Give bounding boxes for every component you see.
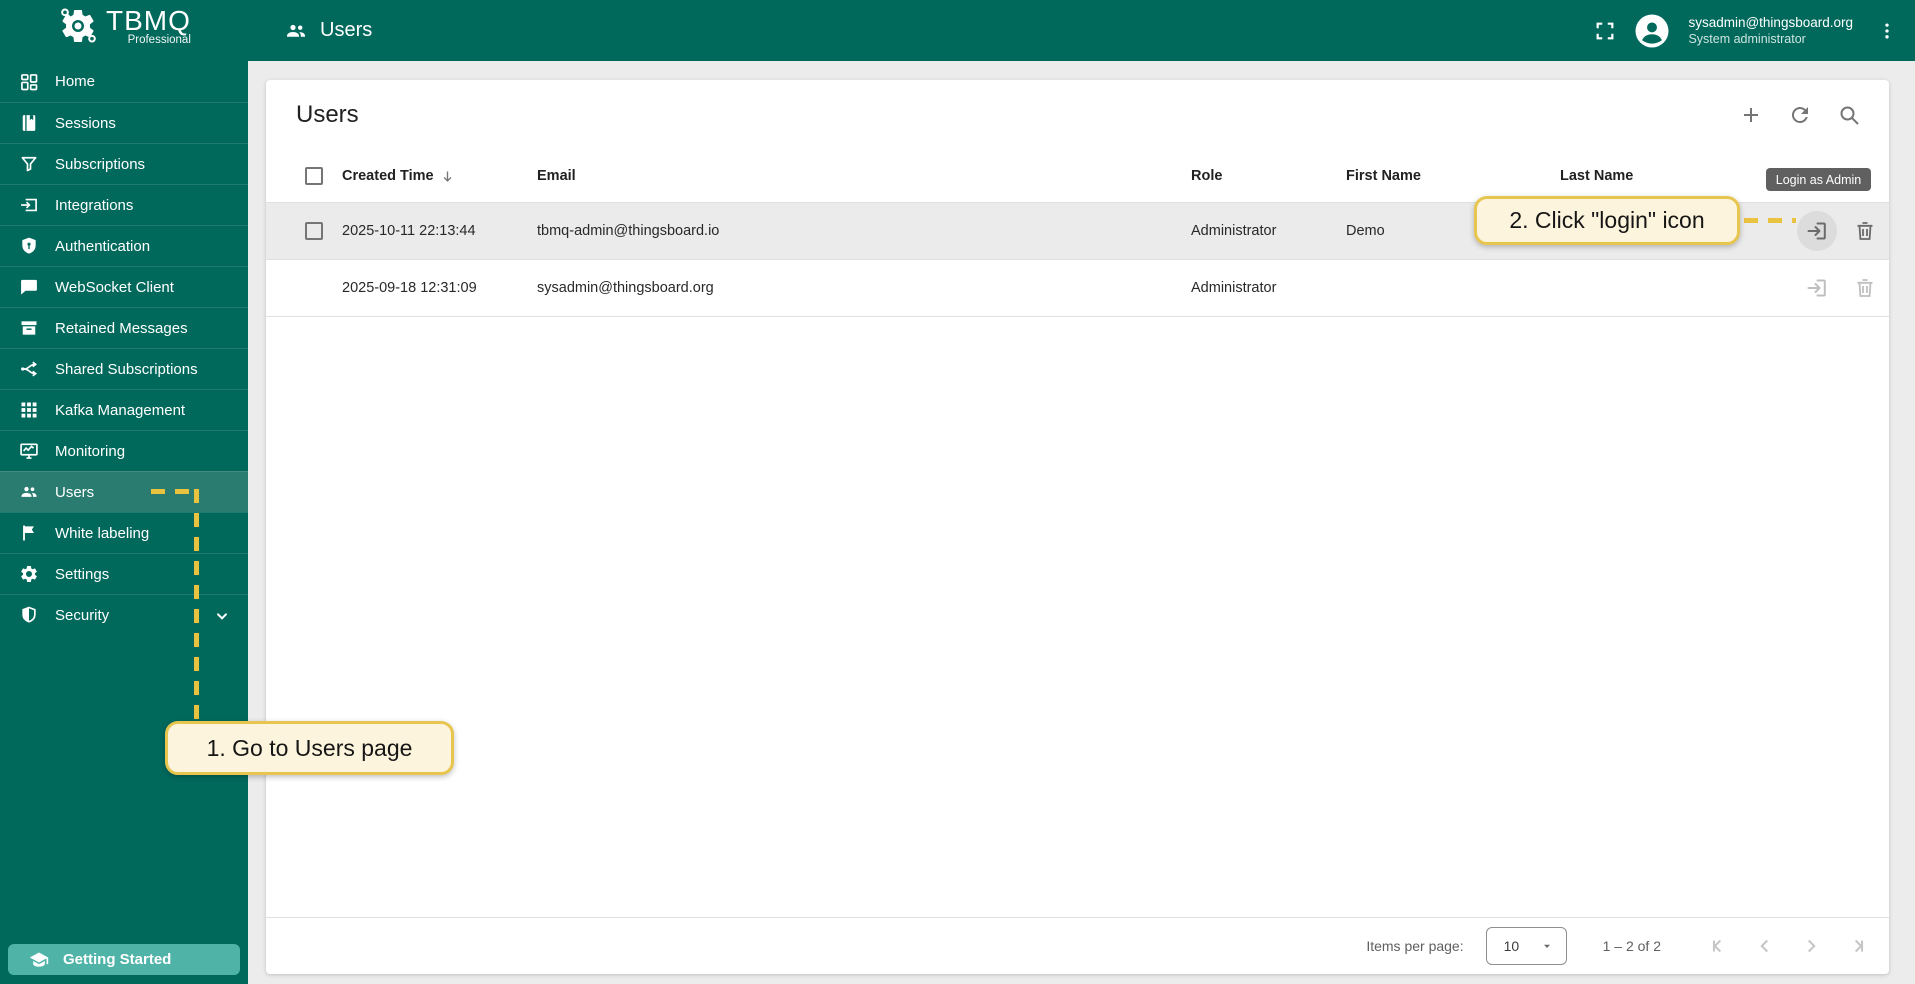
page-title-text: Users: [320, 19, 372, 42]
sidebar-item-users[interactable]: Users: [0, 471, 248, 512]
column-header-last-name[interactable]: Last Name: [1560, 168, 1780, 184]
card-title: Users: [296, 101, 1731, 129]
sidebar-item-shared-subscriptions[interactable]: Shared Subscriptions: [0, 348, 248, 389]
sidebar-item-kafka-management[interactable]: Kafka Management: [0, 389, 248, 430]
brand-logo[interactable]: TBMQ Professional: [58, 6, 191, 46]
sidebar-item-integrations[interactable]: Integrations: [0, 184, 248, 225]
security-shield-icon: [19, 605, 39, 625]
paginator: Items per page: 10 1 – 2 of 2: [266, 917, 1889, 974]
annotation-step1-callout: 1. Go to Users page: [165, 721, 454, 775]
chat-icon: [19, 277, 39, 297]
next-page-button[interactable]: [1791, 926, 1831, 966]
sidebar: Home Sessions Subscriptions Integrations…: [0, 61, 248, 984]
row-checkbox[interactable]: [305, 222, 323, 240]
chevron-down-icon[interactable]: [214, 608, 230, 628]
tbmq-logo-icon: [58, 6, 98, 46]
items-per-page-label: Items per page:: [1366, 938, 1463, 954]
page-title: Users: [284, 0, 372, 61]
sidebar-item-websocket-client[interactable]: WebSocket Client: [0, 266, 248, 307]
add-user-button[interactable]: [1731, 95, 1771, 135]
flag-icon: [19, 523, 39, 543]
fullscreen-button[interactable]: [1590, 16, 1620, 46]
annotation-connector-vertical: [194, 489, 199, 719]
sidebar-item-home[interactable]: Home: [0, 61, 248, 102]
brand-edition: Professional: [128, 34, 191, 46]
cell-role: Administrator: [1191, 223, 1346, 239]
avatar[interactable]: [1634, 13, 1670, 49]
archive-icon: [19, 318, 39, 338]
sidebar-item-authentication[interactable]: Authentication: [0, 225, 248, 266]
cell-role: Administrator: [1191, 280, 1346, 296]
grid-icon: [19, 400, 39, 420]
previous-page-button[interactable]: [1745, 926, 1785, 966]
login-as-admin-button[interactable]: [1797, 268, 1837, 308]
input-icon: [19, 195, 39, 215]
people-icon: [19, 482, 39, 502]
delete-user-button[interactable]: [1845, 268, 1885, 308]
column-header-created-time[interactable]: Created Time: [342, 168, 537, 184]
page-size-select[interactable]: 10: [1486, 927, 1567, 965]
split-icon: [19, 359, 39, 379]
users-icon: [284, 19, 308, 43]
column-header-email[interactable]: Email: [537, 168, 1191, 184]
delete-user-button[interactable]: [1845, 211, 1885, 251]
school-icon: [29, 950, 49, 970]
login-as-admin-button[interactable]: [1797, 211, 1837, 251]
table-row[interactable]: 2025-09-18 12:31:09 sysadmin@thingsboard…: [266, 260, 1889, 317]
gear-icon: [19, 564, 39, 584]
select-all-checkbox[interactable]: [305, 167, 323, 185]
sidebar-item-security[interactable]: Security: [0, 594, 248, 635]
top-app-bar: TBMQ Professional Users s: [0, 0, 1915, 61]
cell-email: tbmq-admin@thingsboard.io: [537, 223, 1191, 239]
cell-email: sysadmin@thingsboard.org: [537, 280, 1191, 296]
getting-started-button[interactable]: Getting Started: [8, 944, 240, 975]
first-page-button[interactable]: [1699, 926, 1739, 966]
user-info[interactable]: sysadmin@thingsboard.org System administ…: [1688, 14, 1853, 48]
sidebar-item-retained-messages[interactable]: Retained Messages: [0, 307, 248, 348]
search-icon[interactable]: [1829, 95, 1869, 135]
select-caret-icon: [1541, 940, 1553, 952]
monitor-icon: [19, 441, 39, 461]
sort-desc-arrow-icon: [440, 169, 455, 184]
brand-name: TBMQ: [106, 7, 191, 35]
login-as-admin-tooltip: Login as Admin: [1766, 168, 1871, 191]
annotation-connector-users: [151, 489, 199, 494]
sidebar-item-white-labeling[interactable]: White labeling: [0, 512, 248, 553]
user-email: sysadmin@thingsboard.org: [1688, 14, 1853, 31]
dashboard-icon: [19, 72, 39, 92]
sidebar-item-settings[interactable]: Settings: [0, 553, 248, 594]
sessions-icon: [19, 113, 39, 133]
filter-icon: [19, 154, 39, 174]
user-role: System administrator: [1688, 31, 1853, 48]
column-header-first-name[interactable]: First Name: [1346, 168, 1560, 184]
sidebar-item-sessions[interactable]: Sessions: [0, 102, 248, 143]
sidebar-item-subscriptions[interactable]: Subscriptions: [0, 143, 248, 184]
last-page-button[interactable]: [1837, 926, 1877, 966]
column-header-role[interactable]: Role: [1191, 168, 1346, 184]
more-vert-menu-button[interactable]: [1873, 17, 1901, 45]
refresh-button[interactable]: [1780, 95, 1820, 135]
cell-created-time: 2025-10-11 22:13:44: [342, 223, 537, 239]
auth-shield-icon: [19, 236, 39, 256]
cell-created-time: 2025-09-18 12:31:09: [342, 280, 537, 296]
paginator-range-label: 1 – 2 of 2: [1603, 938, 1661, 954]
annotation-step2-callout: 2. Click "login" icon: [1474, 196, 1740, 245]
sidebar-item-monitoring[interactable]: Monitoring: [0, 430, 248, 471]
annotation-connector-login: [1744, 218, 1796, 223]
